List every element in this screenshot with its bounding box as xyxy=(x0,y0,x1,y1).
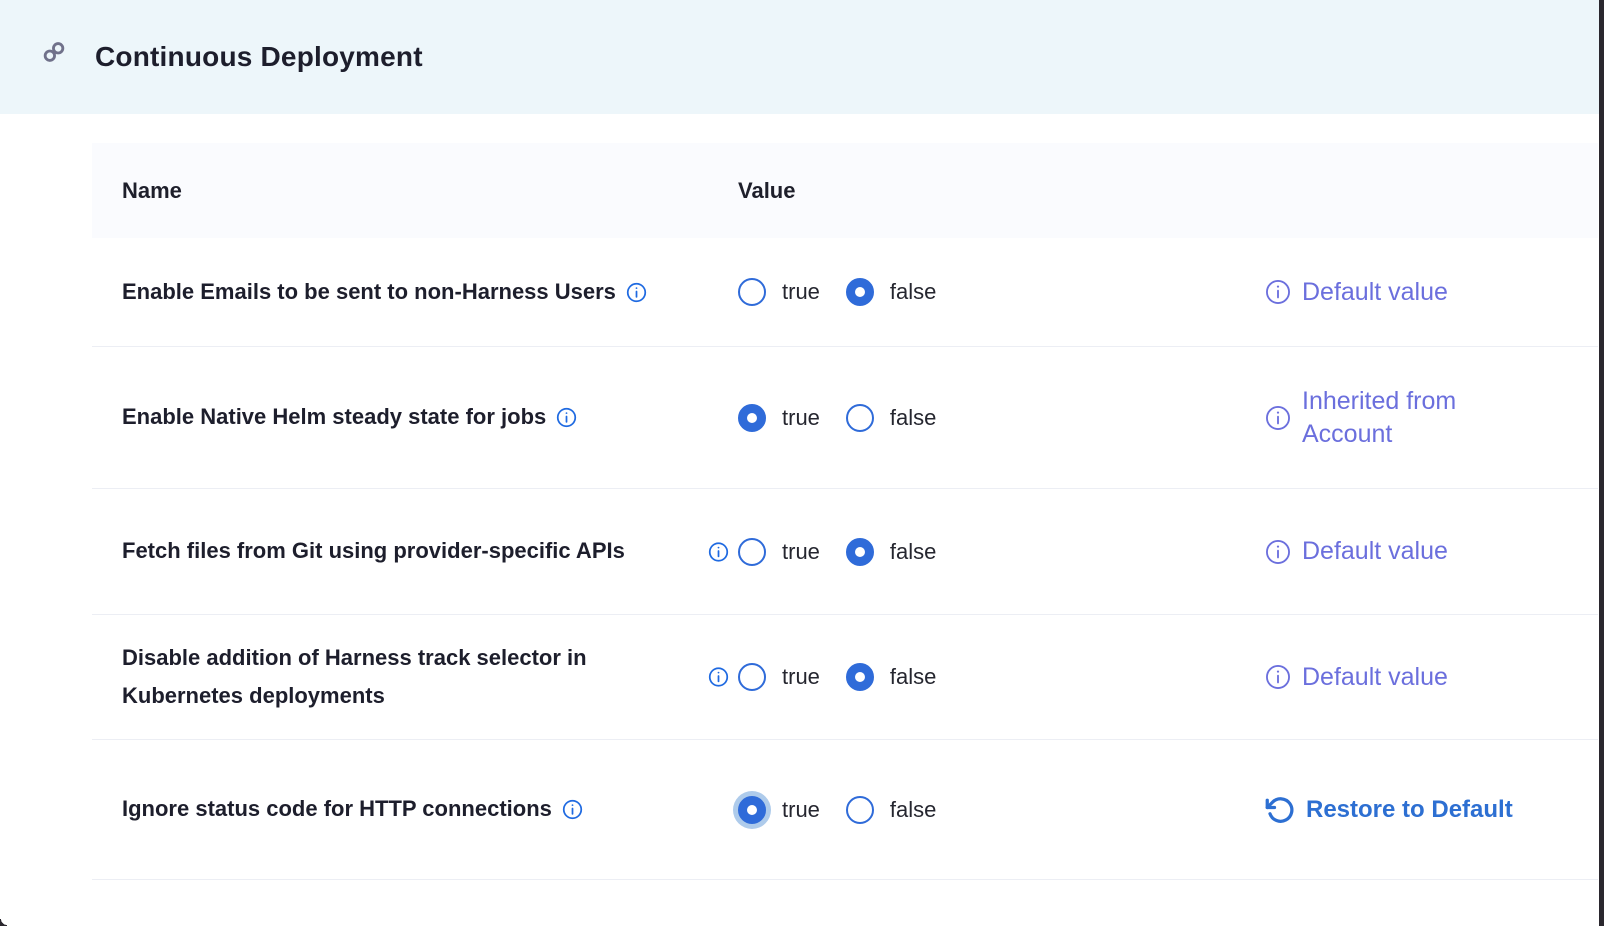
setting-status-cell: Default value Default value xyxy=(1265,615,1448,739)
radio-button[interactable] xyxy=(738,404,766,432)
section-header: Continuous Deployment xyxy=(0,0,1604,114)
setting-value-cell: true false xyxy=(738,347,936,488)
radio-option-false[interactable]: false xyxy=(846,278,936,306)
table-body: Enable Emails to be sent to non-Harness … xyxy=(92,238,1598,880)
setting-name-cell: Fetch files from Git using provider-spec… xyxy=(122,489,738,614)
radio-group: true false xyxy=(738,278,936,306)
setting-row: Fetch files from Git using provider-spec… xyxy=(92,489,1598,615)
status-indicator: Default value xyxy=(1265,276,1448,309)
setting-row: Ignore status code for HTTP connections … xyxy=(92,740,1598,880)
restore-label[interactable]: Restore to Default xyxy=(1306,796,1513,824)
settings-table: Name Value Enable Emails to be sent to n… xyxy=(92,143,1598,880)
setting-value-cell: true false xyxy=(738,489,936,614)
radio-label[interactable]: true xyxy=(782,405,820,431)
setting-name: Fetch files from Git using provider-spec… xyxy=(122,532,625,571)
info-icon[interactable] xyxy=(556,407,577,428)
radio-option-true[interactable]: true xyxy=(738,796,820,824)
radio-group: true false xyxy=(738,796,936,824)
setting-status-cell: Restore to Default Restore to Default xyxy=(1265,740,1513,879)
radio-option-true[interactable]: true xyxy=(738,663,820,691)
setting-name-cell: Enable Emails to be sent to non-Harness … xyxy=(122,238,738,346)
setting-value-cell: true false xyxy=(738,615,936,739)
setting-name: Enable Native Helm steady state for jobs xyxy=(122,398,546,437)
column-header-value: Value xyxy=(738,143,795,238)
radio-button[interactable] xyxy=(738,663,766,691)
status-indicator: Default value xyxy=(1265,535,1448,568)
radio-button[interactable] xyxy=(738,538,766,566)
info-icon[interactable] xyxy=(626,282,647,303)
status-indicator: Default value xyxy=(1265,661,1448,694)
status-label: Default value xyxy=(1302,276,1448,309)
setting-status-cell: Default value Default value xyxy=(1265,238,1448,346)
status-label: Inherited from Account xyxy=(1302,385,1512,450)
page-title: Continuous Deployment xyxy=(95,0,423,114)
radio-button[interactable] xyxy=(846,538,874,566)
setting-name: Disable addition of Harness track select… xyxy=(122,639,667,716)
radio-option-false[interactable]: false xyxy=(846,404,936,432)
setting-name: Enable Emails to be sent to non-Harness … xyxy=(122,273,616,312)
radio-label[interactable]: false xyxy=(890,539,936,565)
setting-status-cell: Default value Default value xyxy=(1265,489,1448,614)
info-icon[interactable] xyxy=(708,667,729,688)
setting-row: Enable Emails to be sent to non-Harness … xyxy=(92,238,1598,347)
column-header-name: Name xyxy=(122,143,182,238)
restore-icon[interactable] xyxy=(1265,795,1295,825)
radio-option-true[interactable]: true xyxy=(738,278,820,306)
radio-button[interactable] xyxy=(846,404,874,432)
info-icon[interactable] xyxy=(1265,405,1291,431)
status-label: Default value xyxy=(1302,661,1448,694)
radio-label[interactable]: true xyxy=(782,539,820,565)
info-icon[interactable] xyxy=(1265,664,1291,690)
radio-group: true false xyxy=(738,663,936,691)
radio-button[interactable] xyxy=(738,278,766,306)
radio-label[interactable]: false xyxy=(890,797,936,823)
radio-option-true[interactable]: true xyxy=(738,404,820,432)
radio-label[interactable]: false xyxy=(890,405,936,431)
screenshot-edge xyxy=(1599,0,1604,926)
radio-option-false[interactable]: false xyxy=(846,796,936,824)
setting-status-cell: Inherited from Account Inherited from Ac… xyxy=(1265,347,1512,488)
setting-row: Disable addition of Harness track select… xyxy=(92,615,1598,740)
settings-page: Continuous Deployment Name Value Enable … xyxy=(0,0,1604,926)
setting-value-cell: true false xyxy=(738,238,936,346)
radio-option-false[interactable]: false xyxy=(846,538,936,566)
radio-button[interactable] xyxy=(846,796,874,824)
radio-label[interactable]: true xyxy=(782,797,820,823)
setting-name-cell: Enable Native Helm steady state for jobs xyxy=(122,347,738,488)
radio-label[interactable]: false xyxy=(890,664,936,690)
info-icon[interactable] xyxy=(708,541,729,562)
setting-value-cell: true false xyxy=(738,740,936,879)
setting-name-cell: Disable addition of Harness track select… xyxy=(122,615,738,739)
radio-group: true false xyxy=(738,538,936,566)
setting-name: Ignore status code for HTTP connections xyxy=(122,790,552,829)
radio-label[interactable]: true xyxy=(782,279,820,305)
status-label: Default value xyxy=(1302,535,1448,568)
table-header-row: Name Value xyxy=(92,143,1598,238)
info-icon[interactable] xyxy=(1265,279,1291,305)
status-indicator: Inherited from Account xyxy=(1265,385,1512,450)
radio-label[interactable]: true xyxy=(782,664,820,690)
radio-label[interactable]: false xyxy=(890,279,936,305)
info-icon[interactable] xyxy=(562,799,583,820)
radio-button[interactable] xyxy=(846,663,874,691)
radio-option-true[interactable]: true xyxy=(738,538,820,566)
setting-name-cell: Ignore status code for HTTP connections xyxy=(122,740,738,879)
radio-button[interactable] xyxy=(738,796,766,824)
radio-button[interactable] xyxy=(846,278,874,306)
setting-row: Enable Native Helm steady state for jobs… xyxy=(92,347,1598,489)
radio-group: true false xyxy=(738,404,936,432)
link-icon[interactable] xyxy=(42,40,66,64)
restore-to-default-button[interactable]: Restore to Default xyxy=(1265,795,1513,825)
radio-option-false[interactable]: false xyxy=(846,663,936,691)
screenshot-corner xyxy=(0,919,7,926)
info-icon[interactable] xyxy=(1265,539,1291,565)
